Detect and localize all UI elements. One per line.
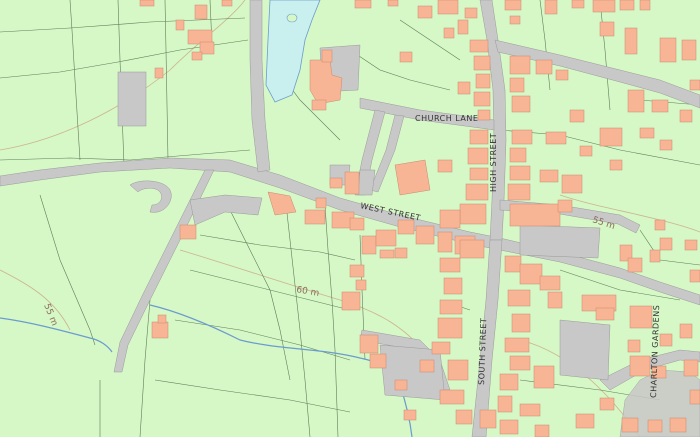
- map-canvas[interactable]: CHURCH LANE HIGH STREET WEST STREET SOUT…: [0, 0, 700, 437]
- high-street-label: HIGH STREET: [489, 133, 498, 192]
- map-view[interactable]: CHURCH LANE HIGH STREET WEST STREET SOUT…: [0, 0, 700, 437]
- pond-island: [286, 13, 298, 23]
- church-lane-label: CHURCH LANE: [415, 114, 478, 123]
